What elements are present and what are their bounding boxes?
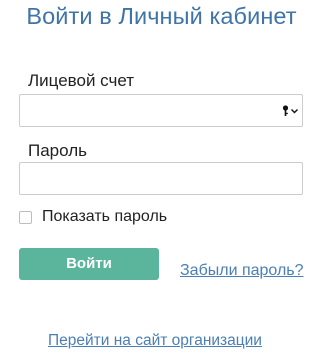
account-label: Лицевой счет bbox=[28, 71, 135, 90]
page-title: Войти в Личный кабинет bbox=[26, 3, 297, 29]
key-icon[interactable] bbox=[282, 104, 300, 118]
show-password-label[interactable]: Показать пароль bbox=[42, 208, 167, 226]
account-field-wrapper bbox=[19, 94, 303, 127]
password-input[interactable] bbox=[19, 162, 303, 195]
org-site-link[interactable]: Перейти на сайт организации bbox=[48, 332, 262, 350]
show-password-row[interactable]: Показать пароль bbox=[19, 208, 167, 226]
login-button[interactable]: Войти bbox=[19, 248, 159, 280]
password-label: Пароль bbox=[28, 141, 87, 160]
forgot-password-link[interactable]: Забыли пароль? bbox=[180, 262, 304, 280]
show-password-checkbox[interactable] bbox=[19, 210, 32, 224]
account-input[interactable] bbox=[19, 94, 303, 127]
